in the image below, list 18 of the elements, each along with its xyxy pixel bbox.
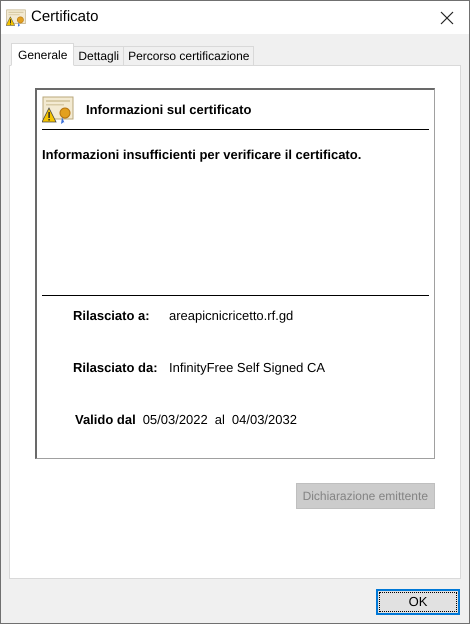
tab[interactable]: Generale — [11, 43, 74, 66]
field-label: Rilasciato a: — [73, 307, 151, 326]
field-value: 05/03/2022 — [142, 411, 208, 430]
status-message: Informazioni insufficienti per verificare il certificato. — [42, 147, 362, 162]
certificate-warning-icon — [42, 94, 74, 126]
field-value: InfinityFree Self Signed CA — [169, 359, 326, 378]
field-label: al — [214, 411, 225, 430]
close-icon — [440, 10, 454, 24]
field-value: 04/03/2032 — [232, 411, 297, 430]
field-label: Valido dal — [75, 411, 136, 430]
field-label: Rilasciato da: — [73, 359, 159, 378]
window-title: Certificato — [31, 7, 99, 28]
field-value: areapicnicricetto.rf.gd — [169, 307, 294, 326]
tab[interactable]: Dettagli — [74, 46, 124, 66]
info-heading: Informazioni sul certificato — [86, 100, 252, 119]
tab[interactable]: Percorso certificazione — [124, 46, 254, 66]
ok-button[interactable]: OK — [376, 589, 460, 615]
certificate-warning-icon — [6, 8, 26, 28]
